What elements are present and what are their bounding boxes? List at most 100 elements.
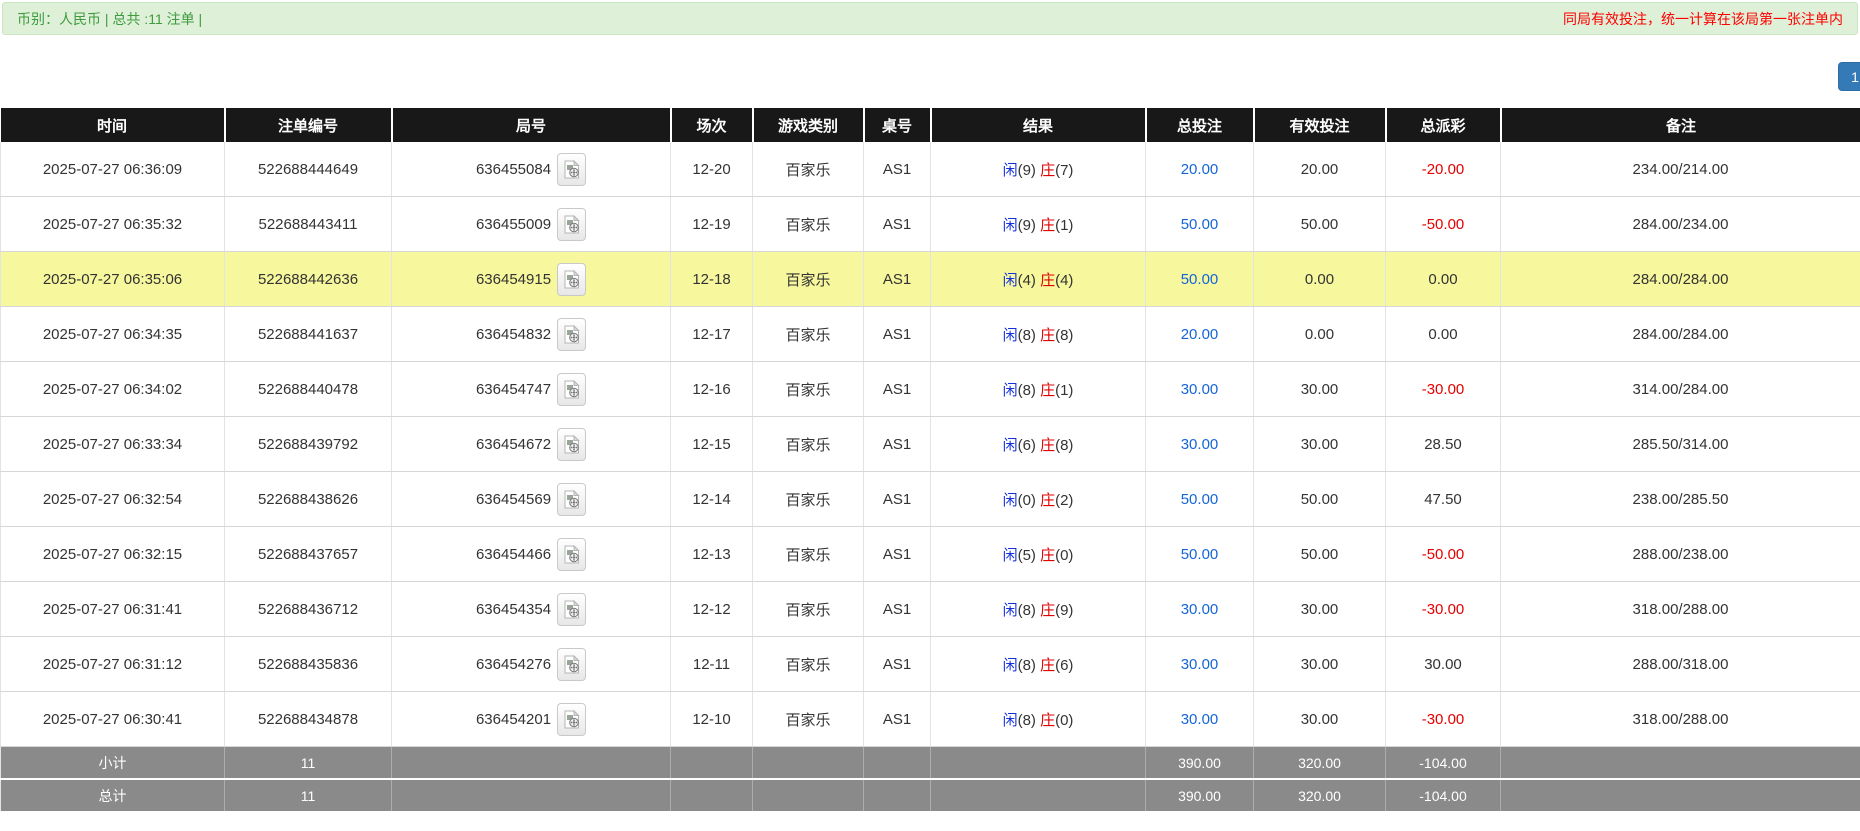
summary-empty-cell [864, 779, 931, 812]
total-bet-amount[interactable]: 30.00 [1181, 436, 1219, 453]
total-bet-amount[interactable]: 30.00 [1181, 711, 1219, 728]
result-cell: 闲(8) 庄(6) [931, 637, 1146, 692]
video-record-icon [564, 325, 580, 344]
table-row[interactable]: 2025-07-27 06:32:54522688438626636454569… [1, 472, 1860, 527]
round-id-group: 636455084 [396, 153, 666, 186]
remark-cell: 288.00/238.00 [1501, 527, 1860, 582]
time-cell: 2025-07-27 06:34:02 [1, 362, 225, 417]
session-cell: 12-13 [671, 527, 753, 582]
total-bet-amount[interactable]: 20.00 [1181, 161, 1219, 178]
round-id-group: 636454276 [396, 648, 666, 681]
player-result-points: (6) [1018, 437, 1041, 454]
total-bet-amount[interactable]: 30.00 [1181, 381, 1219, 398]
view-round-video-button[interactable] [557, 373, 586, 406]
video-record-icon [564, 655, 580, 674]
view-round-video-button[interactable] [557, 593, 586, 626]
video-record-icon [564, 270, 580, 289]
total-bet-amount[interactable]: 30.00 [1181, 656, 1219, 673]
total-bet-cell: 30.00 [1146, 417, 1254, 472]
view-round-video-button[interactable] [557, 153, 586, 186]
currency-summary-text: 币别：人民币 | 总共 :11 注单 | [17, 9, 202, 29]
column-header-4: 场次 [671, 108, 753, 142]
table-row[interactable]: 2025-07-27 06:34:02522688440478636454747… [1, 362, 1860, 417]
summary-empty-cell [392, 779, 671, 812]
view-round-video-button[interactable] [557, 538, 586, 571]
total-bet-cell: 20.00 [1146, 142, 1254, 197]
remark-cell: 238.00/285.50 [1501, 472, 1860, 527]
summary-payout-cell: -104.00 [1386, 747, 1501, 780]
payout-cell: 30.00 [1386, 637, 1501, 692]
payout-cell: -20.00 [1386, 142, 1501, 197]
round-id-group: 636454747 [396, 373, 666, 406]
summary-payout-cell: -104.00 [1386, 779, 1501, 812]
result-cell: 闲(8) 庄(8) [931, 307, 1146, 362]
valid-bet-cell: 0.00 [1254, 252, 1386, 307]
view-round-video-button[interactable] [557, 428, 586, 461]
view-round-video-button[interactable] [557, 263, 586, 296]
column-header-8: 总投注 [1146, 108, 1254, 142]
summary-empty-cell [671, 779, 753, 812]
page-button-1[interactable]: 1 [1838, 62, 1860, 91]
time-cell: 2025-07-27 06:31:12 [1, 637, 225, 692]
table-row[interactable]: 2025-07-27 06:35:32522688443411636455009… [1, 197, 1860, 252]
player-result-label: 闲 [1003, 217, 1018, 234]
table-row[interactable]: 2025-07-27 06:36:09522688444649636455084… [1, 142, 1860, 197]
table-row[interactable]: 2025-07-27 06:33:34522688439792636454672… [1, 417, 1860, 472]
table-row[interactable]: 2025-07-27 06:31:41522688436712636454354… [1, 582, 1860, 637]
bet-id-cell: 522688440478 [225, 362, 392, 417]
time-cell: 2025-07-27 06:32:15 [1, 527, 225, 582]
table-row[interactable]: 2025-07-27 06:35:06522688442636636454915… [1, 252, 1860, 307]
game-type-cell: 百家乐 [753, 527, 864, 582]
payout-cell: -30.00 [1386, 582, 1501, 637]
player-result-points: (8) [1018, 712, 1041, 729]
header-row: 时间注单编号局号场次游戏类别桌号结果总投注有效投注总派彩备注 [1, 108, 1860, 142]
payout-cell: -30.00 [1386, 362, 1501, 417]
valid-bet-cell: 30.00 [1254, 362, 1386, 417]
banker-result-label: 庄 [1040, 657, 1055, 674]
payout-cell: 0.00 [1386, 307, 1501, 362]
table-no-cell: AS1 [864, 307, 931, 362]
round-cell: 636454201 [392, 692, 671, 747]
view-round-video-button[interactable] [557, 208, 586, 241]
session-cell: 12-12 [671, 582, 753, 637]
total-bet-amount[interactable]: 30.00 [1181, 601, 1219, 618]
video-record-icon [564, 435, 580, 454]
total-bet-amount[interactable]: 50.00 [1181, 546, 1219, 563]
total-bet-amount[interactable]: 20.00 [1181, 326, 1219, 343]
view-round-video-button[interactable] [557, 483, 586, 516]
subtotal-row: 小计11390.00320.00-104.00 [1, 747, 1860, 780]
remark-cell: 234.00/214.00 [1501, 142, 1860, 197]
video-record-icon [564, 215, 580, 234]
game-type-cell: 百家乐 [753, 252, 864, 307]
remark-cell: 314.00/284.00 [1501, 362, 1860, 417]
table-row[interactable]: 2025-07-27 06:30:41522688434878636454201… [1, 692, 1860, 747]
player-result-points: (9) [1018, 217, 1041, 234]
round-id-group: 636454672 [396, 428, 666, 461]
video-record-icon [564, 160, 580, 179]
table-row[interactable]: 2025-07-27 06:32:15522688437657636454466… [1, 527, 1860, 582]
video-record-icon [564, 380, 580, 399]
total-bet-cell: 50.00 [1146, 197, 1254, 252]
session-cell: 12-19 [671, 197, 753, 252]
round-cell: 636454747 [392, 362, 671, 417]
table-row[interactable]: 2025-07-27 06:31:12522688435836636454276… [1, 637, 1860, 692]
view-round-video-button[interactable] [557, 648, 586, 681]
time-cell: 2025-07-27 06:34:35 [1, 307, 225, 362]
bet-id-cell: 522688442636 [225, 252, 392, 307]
table-row[interactable]: 2025-07-27 06:34:35522688441637636454832… [1, 307, 1860, 362]
round-id-group: 636454466 [396, 538, 666, 571]
result-cell: 闲(9) 庄(1) [931, 197, 1146, 252]
bet-id-cell: 522688439792 [225, 417, 392, 472]
summary-label-cell: 小计 [1, 747, 225, 780]
column-header-1: 时间 [1, 108, 225, 142]
view-round-video-button[interactable] [557, 318, 586, 351]
total-bet-amount[interactable]: 50.00 [1181, 216, 1219, 233]
total-bet-amount[interactable]: 50.00 [1181, 271, 1219, 288]
player-result-label: 闲 [1003, 492, 1018, 509]
bet-id-cell: 522688436712 [225, 582, 392, 637]
total-bet-amount[interactable]: 50.00 [1181, 491, 1219, 508]
session-cell: 12-11 [671, 637, 753, 692]
bet-id-cell: 522688435836 [225, 637, 392, 692]
result-cell: 闲(0) 庄(2) [931, 472, 1146, 527]
view-round-video-button[interactable] [557, 703, 586, 736]
